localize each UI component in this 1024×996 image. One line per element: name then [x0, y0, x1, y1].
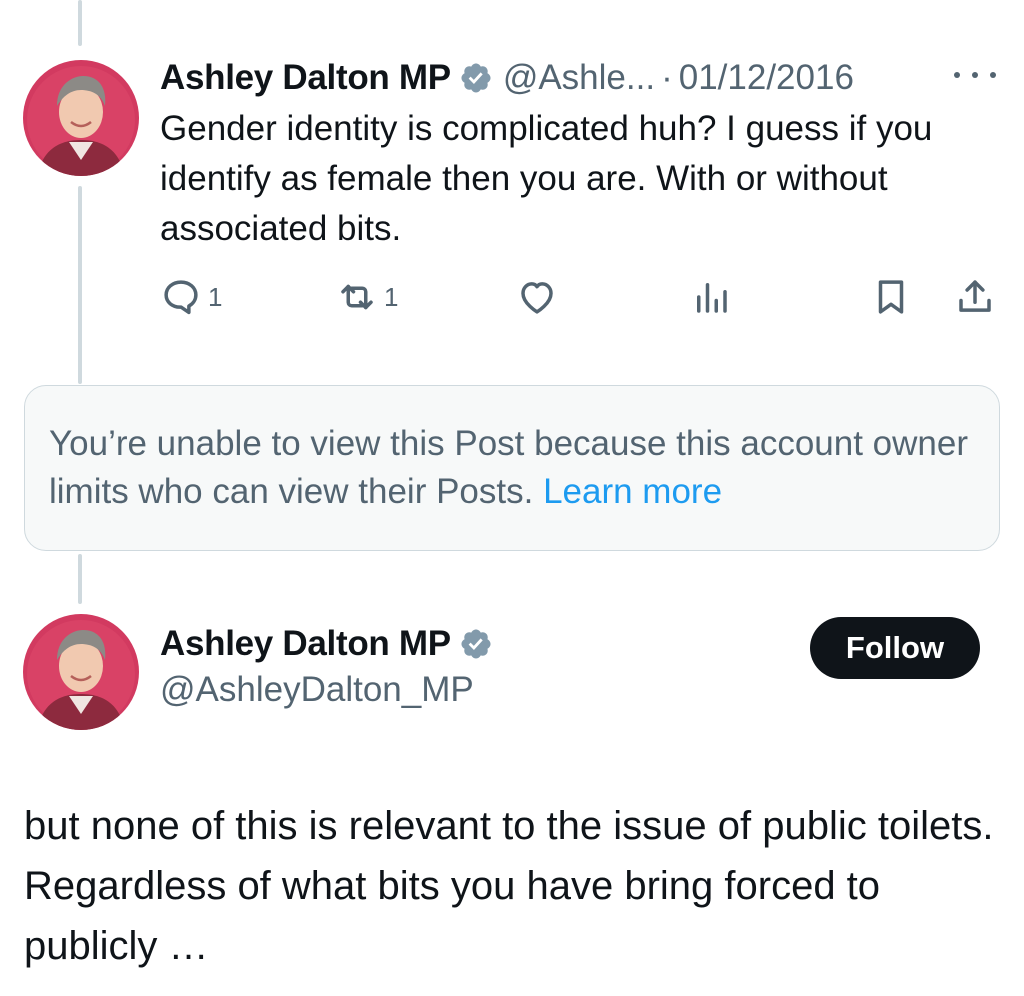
repost-icon — [336, 276, 378, 318]
author-row: Ashley Dalton MP — [160, 624, 493, 664]
post-text: Gender identity is complicated huh? I gu… — [160, 109, 933, 248]
bookmark-icon — [870, 276, 912, 318]
post-header: Ashley Dalton MP @Ashle... · 01/12/2016 — [160, 58, 854, 98]
restricted-notice-text: You’re unable to view this Post because … — [49, 424, 968, 511]
avatar[interactable] — [23, 60, 139, 176]
verified-badge-icon — [459, 627, 493, 661]
restricted-post-notice: You’re unable to view this Post because … — [24, 385, 1000, 551]
thread-line-top — [78, 0, 82, 46]
thread-line-bottom — [78, 554, 82, 604]
author-handle[interactable]: @Ashle... — [503, 58, 655, 98]
repost-button[interactable]: 1 — [336, 276, 398, 318]
reply-button[interactable]: 1 — [160, 276, 222, 318]
views-button[interactable] — [690, 276, 732, 318]
more-options-icon[interactable] — [954, 60, 996, 90]
reply-count: 1 — [208, 281, 223, 312]
post-date[interactable]: 01/12/2016 — [679, 58, 854, 98]
author-handle[interactable]: @AshleyDalton_MP — [160, 670, 493, 710]
author-name[interactable]: Ashley Dalton MP — [160, 624, 451, 664]
share-button[interactable] — [954, 276, 996, 318]
verified-badge-icon — [459, 61, 493, 95]
views-icon — [690, 276, 732, 318]
author-name[interactable]: Ashley Dalton MP — [160, 58, 451, 98]
main-post-text: but none of this is relevant to the issu… — [24, 804, 994, 968]
repost-count: 1 — [384, 281, 399, 312]
thread-line-middle — [78, 186, 82, 384]
main-post-header: Ashley Dalton MP @AshleyDalton_MP — [160, 624, 493, 710]
avatar[interactable] — [23, 614, 139, 730]
separator-dot: · — [661, 58, 673, 97]
learn-more-link[interactable]: Learn more — [543, 472, 722, 511]
like-button[interactable] — [516, 276, 558, 318]
bookmark-button[interactable] — [870, 276, 912, 318]
reply-icon — [160, 276, 202, 318]
follow-button[interactable]: Follow — [810, 617, 980, 679]
post-actions: 1 1 — [160, 276, 1000, 320]
share-icon — [954, 276, 996, 318]
like-icon — [516, 276, 558, 318]
